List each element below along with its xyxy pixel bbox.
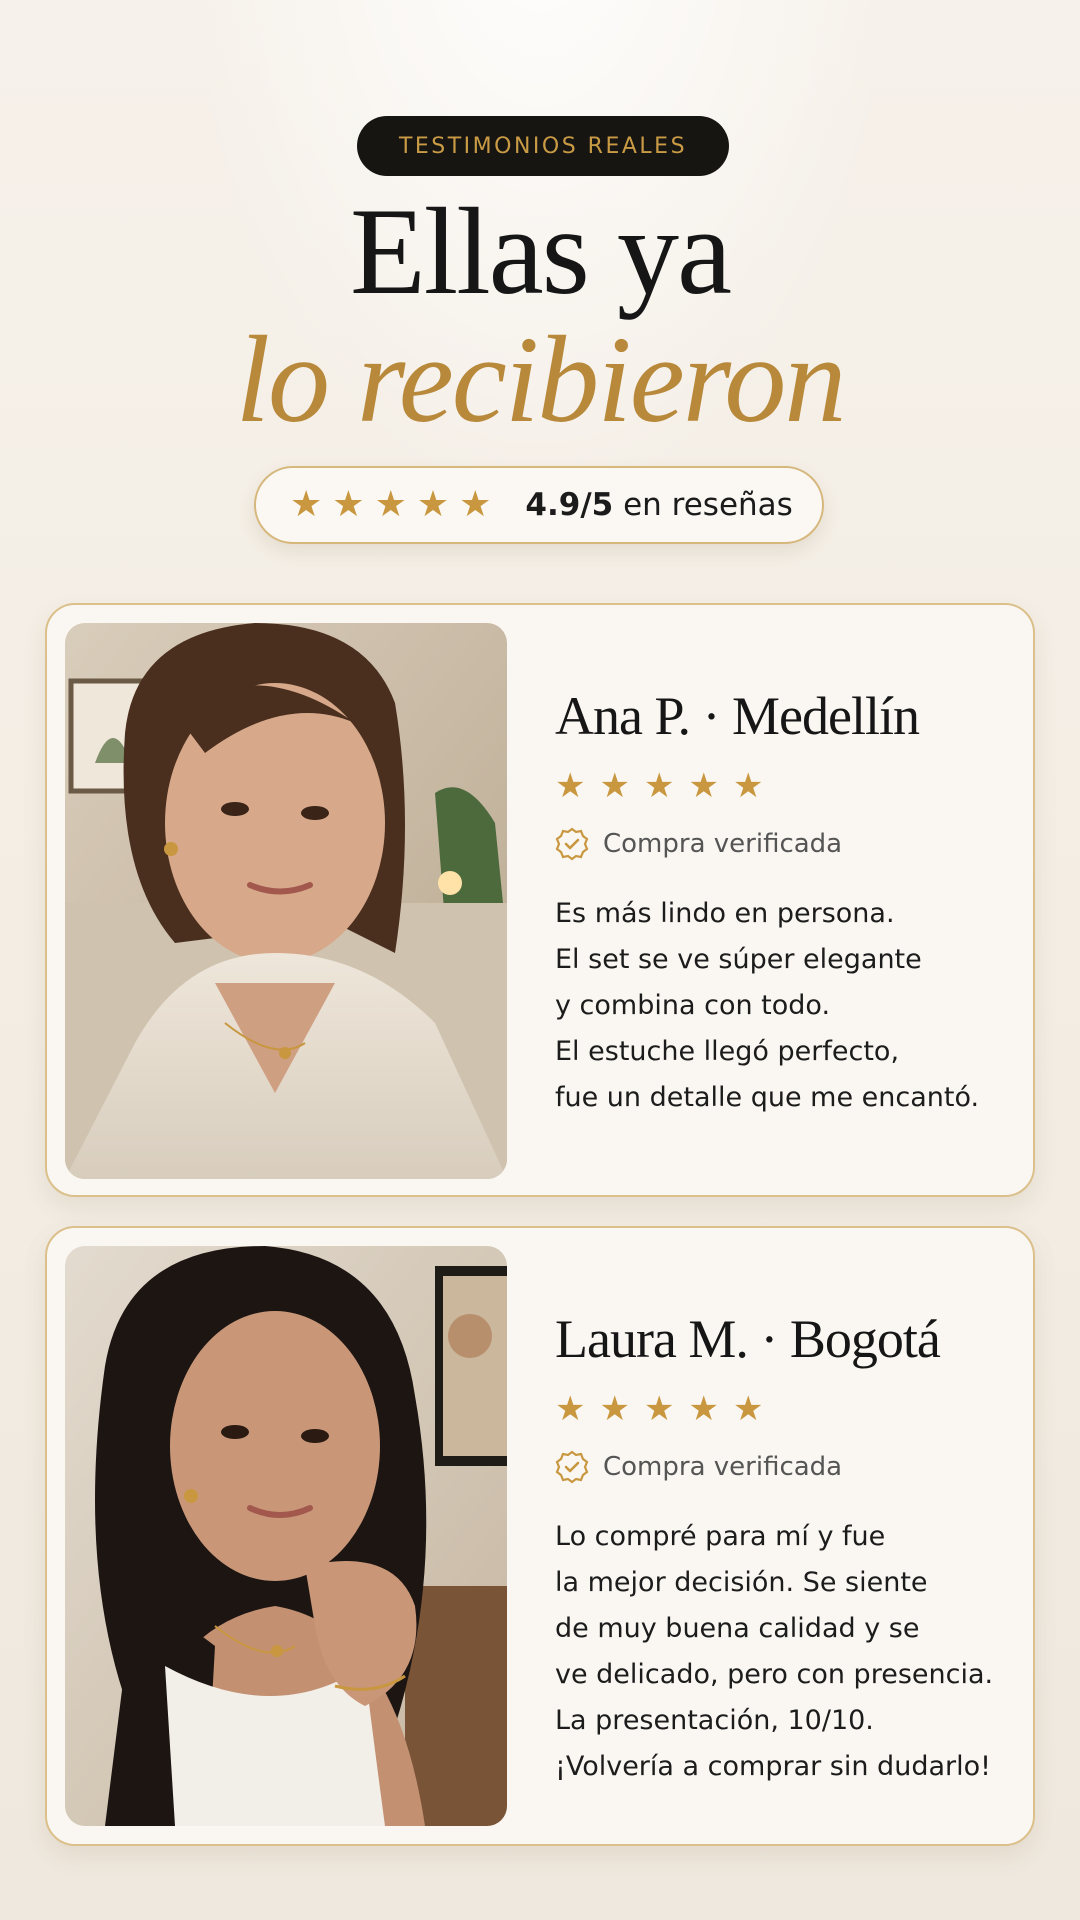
page-title: Ellas ya [350, 183, 732, 320]
review-stars: ★ ★ ★ ★ ★ [555, 769, 1003, 803]
review-line: El estuche llegó perfecto, [555, 1036, 900, 1067]
review-line: ¡Volvería a comprar sin dudarlo! [555, 1751, 991, 1782]
review-line: Lo compré para mí y fue [555, 1521, 886, 1552]
overall-rating-stars: ★ ★ ★ ★ ★ [290, 487, 491, 523]
review-text: Lo compré para mí y fue la mejor decisió… [555, 1514, 1003, 1790]
badge-label: TESTIMONIOS REALES [398, 133, 688, 159]
verified-check-icon [555, 827, 589, 861]
star-icon: ★ [643, 1389, 675, 1429]
review-line: la mejor decisión. Se siente [555, 1567, 928, 1598]
review-info: Laura M. · Bogotá ★ ★ ★ ★ ★ Compra verif… [555, 1308, 1003, 1790]
star-icon: ★ [555, 766, 586, 806]
review-card: Laura M. · Bogotá ★ ★ ★ ★ ★ Compra verif… [45, 1226, 1035, 1846]
review-line: fue un detalle que me encantó. [555, 1082, 980, 1113]
rating-score: 4.9/5 [525, 487, 614, 523]
star-icon: ★ [688, 1389, 719, 1429]
star-icon: ★ [599, 766, 630, 806]
verified-purchase: Compra verificada [555, 827, 1003, 861]
review-info: Ana P. · Medellín ★ ★ ★ ★ ★ Compra verif… [555, 685, 1003, 1121]
reviewer-name: Ana P. · Medellín [555, 686, 920, 746]
star-icon: ★ [374, 484, 407, 525]
testimonials-badge: TESTIMONIOS REALES [357, 116, 729, 176]
star-icon: ★ [332, 484, 365, 525]
review-card: Ana P. · Medellín ★ ★ ★ ★ ★ Compra verif… [45, 603, 1035, 1197]
verified-label: Compra verificada [603, 1452, 843, 1482]
star-icon: ★ [643, 766, 675, 806]
star-icon: ★ [732, 1389, 764, 1429]
reviewer-photo [65, 1246, 507, 1826]
review-text: Es más lindo en persona. El set se ve sú… [555, 891, 1003, 1121]
review-line: Es más lindo en persona. [555, 898, 895, 929]
review-line: de muy buena calidad y se [555, 1613, 920, 1644]
verified-purchase: Compra verificada [555, 1450, 1003, 1484]
star-icon: ★ [688, 766, 719, 806]
rating-text: 4.9/5 en reseñas [525, 487, 792, 523]
page-title-accent: lo recibieron [235, 311, 847, 448]
review-stars: ★ ★ ★ ★ ★ [555, 1392, 1003, 1426]
reviewer-name: Laura M. · Bogotá [555, 1309, 941, 1369]
overall-rating: ★ ★ ★ ★ ★ 4.9/5 en reseñas [254, 466, 824, 544]
verified-label: Compra verificada [603, 829, 843, 859]
rating-suffix: en reseñas [623, 487, 793, 523]
star-icon: ★ [290, 484, 323, 525]
review-line: ve delicado, pero con presencia. [555, 1659, 994, 1690]
star-icon: ★ [555, 1389, 586, 1429]
star-icon: ★ [416, 484, 450, 525]
review-line: El set se ve súper elegante [555, 944, 922, 975]
star-icon: ★ [459, 484, 492, 525]
reviewer-photo [65, 623, 507, 1179]
star-icon: ★ [732, 766, 764, 806]
review-line: La presentación, 10/10. [555, 1705, 874, 1736]
review-line: y combina con todo. [555, 990, 831, 1021]
verified-check-icon [555, 1450, 589, 1484]
star-icon: ★ [599, 1389, 630, 1429]
